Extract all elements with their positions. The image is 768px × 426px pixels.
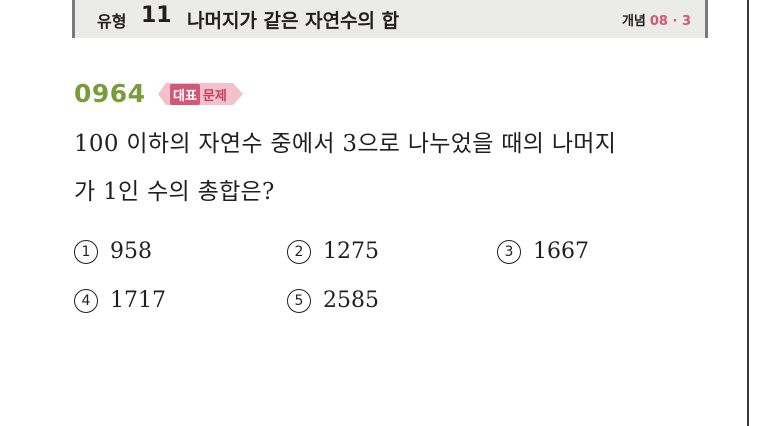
question-line-2: 가 1인 수의 총합은?: [74, 179, 275, 205]
choice-marker: 1: [74, 239, 98, 264]
concept-reference: 개념 08 · 3: [622, 10, 691, 29]
problem-type-header: 유형 11 나머지가 같은 자연수의 합 개념 08 · 3: [72, 0, 708, 38]
choice-4[interactable]: 4 1717: [74, 288, 166, 313]
badge-body: 대표 문제: [166, 83, 233, 105]
badge-label-secondary: 문제: [202, 88, 227, 104]
concept-label: 개념: [621, 14, 646, 29]
type-title: 나머지가 같은 자연수의 합: [187, 10, 400, 32]
choice-marker: 5: [287, 288, 311, 313]
type-label: 유형: [97, 12, 127, 31]
choice-value: 958: [110, 239, 152, 264]
badge-tail: [158, 83, 166, 105]
badge-arrow: [232, 83, 243, 105]
choice-marker: 2: [287, 239, 311, 264]
problem-number: 0964: [74, 79, 146, 108]
type-number: 11: [141, 3, 172, 28]
choice-2[interactable]: 2 1275: [287, 239, 379, 264]
choice-value: 1717: [110, 288, 166, 313]
badge-label-primary: 대표: [170, 83, 200, 105]
concept-ref: 08 · 3: [649, 14, 691, 29]
choice-1[interactable]: 1 958: [74, 239, 152, 264]
choice-value: 1667: [533, 239, 589, 264]
choice-marker: 3: [497, 239, 521, 264]
representative-problem-badge: 대표 문제: [158, 83, 243, 105]
question-line-1: 100 이하의 자연수 중에서 3으로 나누었을 때의 나머지: [74, 131, 617, 157]
choice-value: 2585: [323, 288, 379, 313]
choice-marker: 4: [74, 288, 98, 313]
choice-3[interactable]: 3 1667: [497, 239, 589, 264]
choice-value: 1275: [323, 239, 379, 264]
choice-5[interactable]: 5 2585: [287, 288, 379, 313]
page-edge-rule: [747, 0, 749, 426]
